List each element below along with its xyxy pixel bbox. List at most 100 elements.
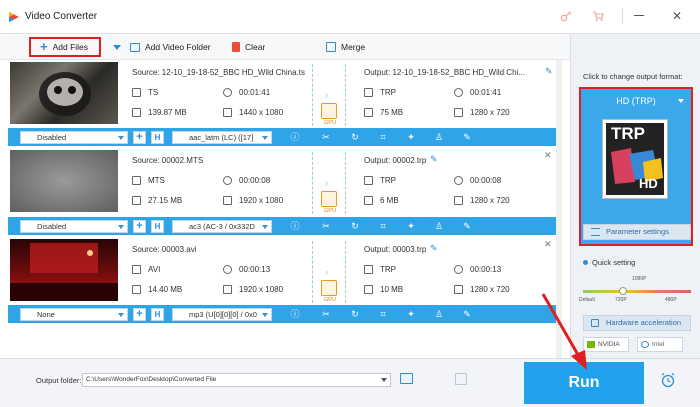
key-icon[interactable] [560, 10, 572, 22]
remove-item-icon[interactable]: ✕ [544, 150, 552, 161]
merge-label: Merge [341, 42, 366, 52]
source-duration-value: 00:00:08 [239, 176, 271, 185]
subtitle-value: Disabled [37, 133, 67, 142]
output-duration: 00:00:08 [454, 176, 501, 186]
gpu-label: GPU [324, 120, 336, 126]
format-icon [364, 265, 373, 275]
add-files-label: Add Files [52, 42, 89, 52]
chevron-down-icon [113, 44, 121, 50]
output-duration-value: 00:00:13 [470, 265, 502, 274]
subtitle-select[interactable]: Disabled [20, 131, 128, 144]
rotate-icon[interactable]: ↻ [350, 221, 360, 231]
folder-icon [364, 196, 373, 206]
edit-name-icon[interactable]: ✎ [430, 243, 438, 254]
add-subtitle-button[interactable]: + [133, 131, 146, 144]
tick-480p: 480P [665, 297, 677, 303]
source-size-value: 139.87 MB [148, 108, 187, 117]
output-resolution: 1280 x 720 [454, 108, 510, 118]
app-logo-icon [8, 11, 20, 23]
effects-icon[interactable]: ✦ [406, 221, 416, 231]
open-folder-icon[interactable] [400, 373, 413, 384]
audio-select[interactable]: mp3 (U[0][0][0] / 0x0 [172, 308, 272, 321]
clock-icon [454, 88, 463, 98]
resolution-icon [223, 285, 232, 295]
add-subtitle-button[interactable]: + [133, 308, 146, 321]
edit-icon[interactable]: ✎ [462, 309, 472, 319]
audio-select[interactable]: ac3 (AC-3 / 0x332D [172, 220, 272, 233]
clock-icon [223, 88, 232, 98]
edit-icon[interactable]: ✎ [462, 221, 472, 231]
watermark-icon[interactable]: ♙ [434, 132, 444, 142]
source-format: TS [132, 88, 159, 98]
chevron-down-icon [118, 313, 124, 317]
watermark-icon[interactable]: ♙ [434, 221, 444, 231]
audio-value: aac_latm (LC) ([17] [189, 133, 254, 142]
format-icon [132, 88, 141, 98]
rotate-icon[interactable]: ↻ [350, 309, 360, 319]
effects-icon[interactable]: ✦ [406, 132, 416, 142]
intel-badge[interactable]: Intel [637, 337, 683, 352]
source-resolution-value: 1440 x 1080 [239, 108, 284, 117]
video-thumbnail[interactable] [10, 239, 118, 301]
info-icon[interactable]: ⓘ [290, 221, 300, 231]
merge-button[interactable]: Merge [326, 38, 365, 56]
minimize-icon[interactable] [634, 15, 644, 16]
folder-icon [132, 108, 141, 118]
subtitle-select[interactable]: Disabled [20, 220, 128, 233]
quality-slider[interactable] [583, 287, 691, 295]
add-video-folder-button[interactable]: Add Video Folder [130, 38, 211, 56]
effects-icon[interactable]: ✦ [406, 309, 416, 319]
trim-icon[interactable]: ✂ [321, 132, 331, 142]
remove-item-icon[interactable]: ✕ [544, 239, 552, 250]
slider-thumb[interactable] [619, 287, 627, 295]
resolution-icon [223, 196, 232, 206]
hardsub-button[interactable]: H [151, 131, 164, 144]
hardware-acceleration-button[interactable]: Hardware acceleration [583, 315, 691, 331]
source-format-value: TS [148, 88, 159, 97]
hw-accel-label: Hardware acceleration [606, 318, 682, 327]
add-files-dropdown[interactable] [113, 38, 121, 56]
parameter-settings-button[interactable]: Parameter settings [583, 224, 691, 240]
info-icon[interactable]: ⓘ [290, 132, 300, 142]
source-format: MTS [132, 176, 165, 186]
change-format-label: Click to change output format: [583, 72, 683, 81]
chevron-down-icon[interactable] [381, 378, 387, 382]
crop-icon[interactable]: ⌗ [378, 132, 388, 142]
add-subtitle-button[interactable]: + [133, 220, 146, 233]
audio-select[interactable]: aac_latm (LC) ([17] [172, 131, 272, 144]
title-bar: Video Converter ✕ [0, 0, 700, 34]
info-icon[interactable]: ⓘ [290, 309, 300, 319]
audio-value: ac3 (AC-3 / 0x332D [189, 222, 255, 231]
output-name: Output: 00003.trp [364, 245, 427, 254]
format-selector[interactable]: HD (TRP) TRP HD [579, 87, 693, 246]
quick-setting-label: Quick setting [583, 258, 635, 267]
trim-icon[interactable]: ✂ [321, 221, 331, 231]
tick-1080p: 1080P [632, 276, 647, 282]
audio-value: mp3 (U[0][0][0] / 0x0 [189, 310, 257, 319]
clear-button[interactable]: Clear [232, 38, 265, 56]
close-window-icon[interactable]: ✕ [672, 9, 682, 23]
output-folder-input[interactable]: C:\Users\WonderFox\Desktop\Converted Fil… [82, 373, 391, 387]
output-settings-icon[interactable] [455, 373, 467, 385]
alarm-clock-icon[interactable] [660, 372, 676, 388]
edit-name-icon[interactable]: ✎ [545, 66, 553, 77]
video-thumbnail[interactable] [10, 150, 118, 212]
hardsub-button[interactable]: H [151, 220, 164, 233]
add-video-folder-label: Add Video Folder [145, 42, 211, 52]
run-label: Run [568, 374, 600, 391]
add-files-button[interactable]: + Add Files [29, 37, 101, 57]
output-duration: 00:01:41 [454, 88, 501, 98]
crop-icon[interactable]: ⌗ [378, 309, 388, 319]
edit-icon[interactable]: ✎ [462, 132, 472, 142]
watermark-icon[interactable]: ♙ [434, 309, 444, 319]
video-thumbnail[interactable] [10, 62, 118, 124]
hardsub-button[interactable]: H [151, 308, 164, 321]
subtitle-select[interactable]: None [20, 308, 128, 321]
edit-name-icon[interactable]: ✎ [430, 154, 438, 165]
trim-icon[interactable]: ✂ [321, 309, 331, 319]
cart-icon[interactable] [592, 10, 604, 22]
rotate-icon[interactable]: ↻ [350, 132, 360, 142]
gpu-icon [321, 103, 337, 119]
crop-icon[interactable]: ⌗ [378, 221, 388, 231]
chevron-down-icon [118, 225, 124, 229]
